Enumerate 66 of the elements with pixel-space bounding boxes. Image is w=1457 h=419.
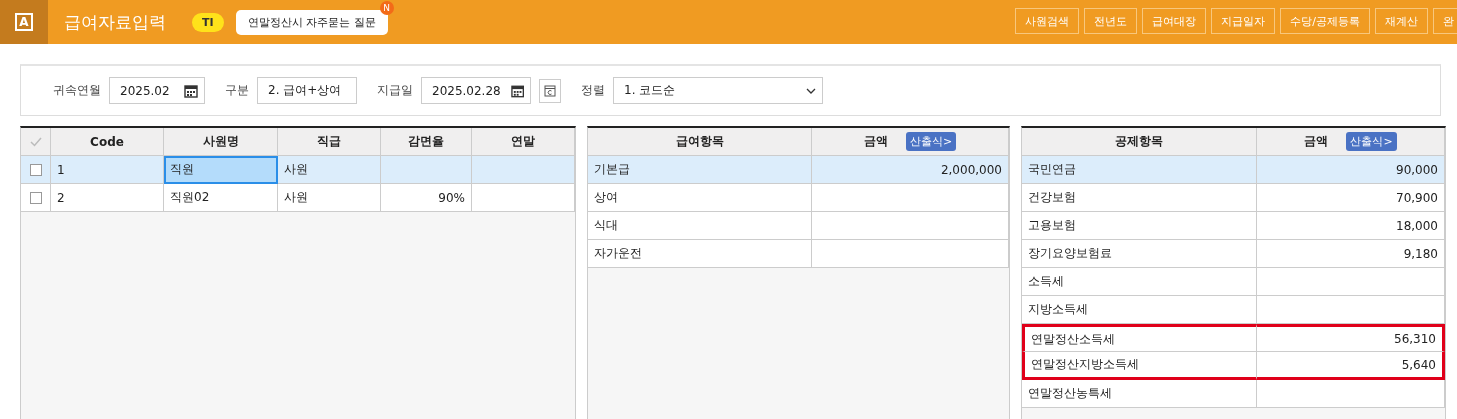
filter-label: 구분 bbox=[225, 82, 249, 99]
calendar-icon[interactable] bbox=[510, 83, 524, 98]
table-cell[interactable]: 5,640 bbox=[1257, 352, 1445, 380]
column-header-label: 금액 bbox=[863, 133, 888, 150]
column-header: 감면율 bbox=[381, 128, 472, 156]
table-cell[interactable]: 사원 bbox=[278, 184, 381, 212]
table-cell[interactable] bbox=[1257, 380, 1445, 408]
table-cell[interactable] bbox=[472, 156, 575, 184]
table-cell[interactable]: 연말정산지방소득세 bbox=[1022, 352, 1257, 380]
table-cell[interactable]: 지방소득세 bbox=[1022, 296, 1257, 324]
table-cell[interactable] bbox=[812, 240, 1009, 268]
table-cell[interactable]: 상여 bbox=[588, 184, 812, 212]
table-cell[interactable]: 사원 bbox=[278, 156, 381, 184]
column-header: Code bbox=[51, 128, 164, 156]
column-header: 직급 bbox=[278, 128, 381, 156]
calendar-icon[interactable] bbox=[184, 83, 198, 98]
table-cell[interactable]: 연말정산농특세 bbox=[1022, 380, 1257, 408]
table-cell[interactable]: 국민연금 bbox=[1022, 156, 1257, 184]
select-field[interactable]: 2. 급여+상여 bbox=[257, 77, 357, 104]
table-cell[interactable] bbox=[381, 156, 472, 184]
new-badge: N bbox=[379, 0, 394, 15]
filter-label: 정렬 bbox=[581, 82, 605, 99]
checkbox[interactable] bbox=[29, 191, 42, 204]
table-cell[interactable]: 90,000 bbox=[1257, 156, 1445, 184]
table-cell[interactable] bbox=[812, 184, 1009, 212]
table-cell[interactable]: 장기요양보험료 bbox=[1022, 240, 1257, 268]
table-cell[interactable]: 기본급 bbox=[588, 156, 812, 184]
chevron-down-icon bbox=[806, 87, 816, 94]
table-cell[interactable]: 1 bbox=[51, 156, 164, 184]
calendar-c-icon bbox=[544, 84, 556, 97]
column-header-label: 금액 bbox=[1304, 133, 1329, 150]
table-cell[interactable]: 2 bbox=[51, 184, 164, 212]
column-header: 공제항목 bbox=[1022, 128, 1257, 156]
calendar-button[interactable] bbox=[539, 78, 561, 103]
column-header: 급여항목 bbox=[588, 128, 812, 156]
ti-badge[interactable]: TI bbox=[192, 12, 224, 32]
formula-button[interactable]: 산출식> bbox=[905, 132, 957, 151]
table-cell[interactable]: 2,000,000 bbox=[812, 156, 1009, 184]
table-cell[interactable]: 자가운전 bbox=[588, 240, 812, 268]
table-cell[interactable]: 9,180 bbox=[1257, 240, 1445, 268]
filter-label: 귀속연월 bbox=[53, 82, 101, 99]
table-cell[interactable]: 56,310 bbox=[1257, 324, 1445, 352]
table-cell[interactable]: 고용보험 bbox=[1022, 212, 1257, 240]
checkbox[interactable] bbox=[29, 163, 42, 176]
table-cell[interactable]: 식대 bbox=[588, 212, 812, 240]
column-header: 사원명 bbox=[164, 128, 278, 156]
table-cell[interactable]: 직원 bbox=[164, 156, 278, 184]
table-cell[interactable]: 연말정산소득세 bbox=[1022, 324, 1257, 352]
table-cell[interactable] bbox=[1257, 268, 1445, 296]
table-cell[interactable] bbox=[472, 184, 575, 212]
formula-button[interactable]: 산출식> bbox=[1346, 132, 1397, 151]
table-cell[interactable] bbox=[812, 212, 1009, 240]
filter-label: 지급일 bbox=[377, 82, 413, 99]
column-header: 연말 bbox=[472, 128, 575, 156]
table-cell[interactable]: 70,900 bbox=[1257, 184, 1445, 212]
check-icon bbox=[29, 136, 42, 147]
table-cell[interactable]: 소득세 bbox=[1022, 268, 1257, 296]
table-cell[interactable]: 건강보험 bbox=[1022, 184, 1257, 212]
table-cell[interactable]: 18,000 bbox=[1257, 212, 1445, 240]
table-cell[interactable] bbox=[1257, 296, 1445, 324]
table-cell[interactable]: 직원02 bbox=[164, 184, 278, 212]
select-field[interactable]: 1. 코드순 bbox=[613, 77, 823, 104]
date-field[interactable]: 2025.02 bbox=[109, 77, 205, 104]
page-title: 급여자료입력 bbox=[64, 10, 166, 34]
table-cell[interactable]: 90% bbox=[381, 184, 472, 212]
date-field[interactable]: 2025.02.28 bbox=[421, 77, 531, 104]
